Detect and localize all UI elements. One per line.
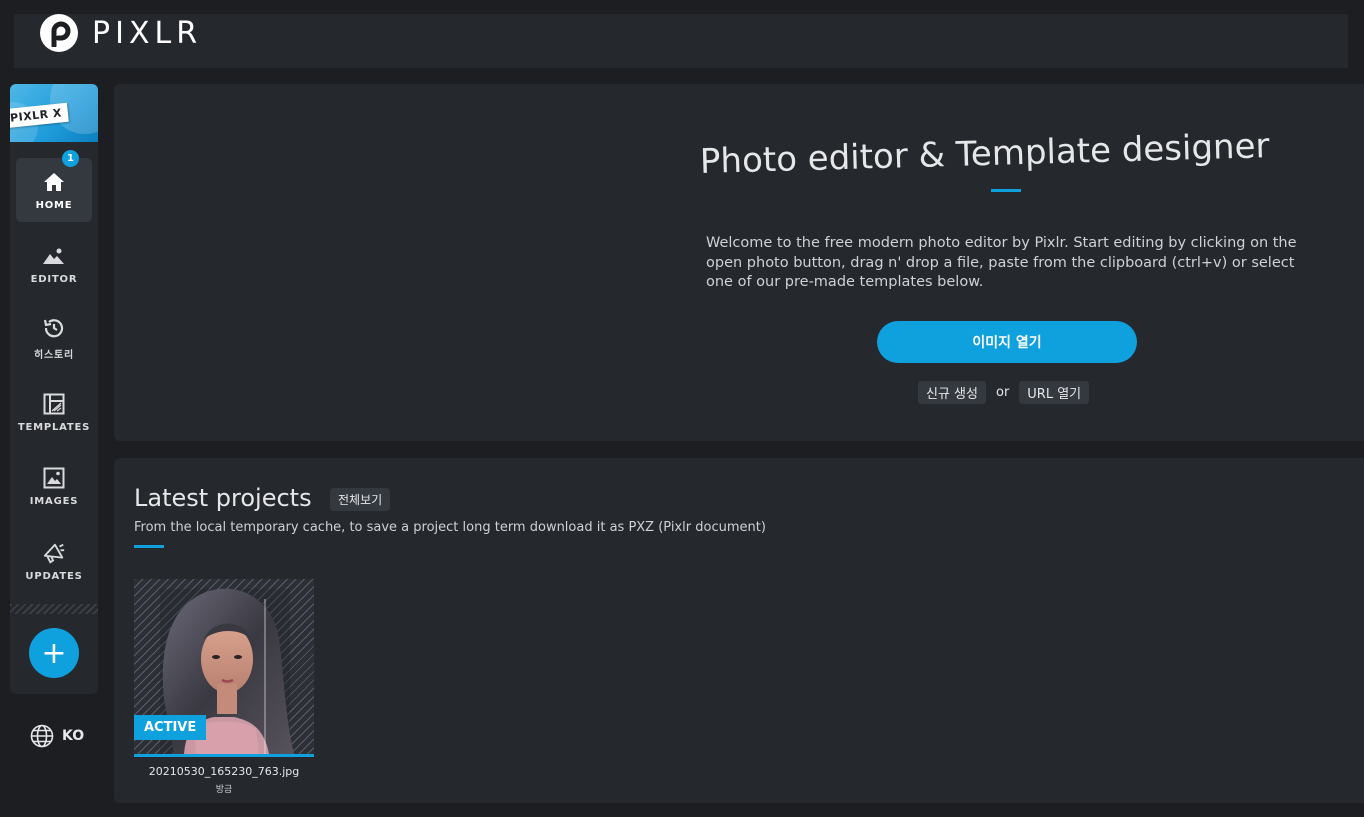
project-card[interactable]: ACTIVE: [134, 579, 314, 757]
or-text: or: [995, 385, 1010, 400]
section-title: Latest projects: [134, 484, 312, 512]
sidebar-item-history[interactable]: 히스토리: [16, 306, 92, 370]
title-underline: [991, 189, 1021, 192]
top-bar: [14, 14, 1348, 68]
templates-icon: [42, 392, 66, 416]
pixlr-x-brand-tile[interactable]: PIXLR X: [10, 84, 98, 142]
sidebar-item-images[interactable]: IMAGES: [16, 454, 92, 518]
sidebar-item-label: EDITOR: [30, 273, 78, 285]
language-label: KO: [62, 728, 85, 744]
pixlr-logo-icon: [40, 14, 78, 52]
home-icon: [42, 170, 66, 194]
create-new-button[interactable]: 신규 생성: [918, 381, 986, 404]
pixlr-logo[interactable]: PIXLR: [40, 14, 202, 52]
hero-panel: Photo editor & Template designer Welcome…: [114, 84, 1364, 441]
sidebar-divider: [10, 604, 98, 614]
sidebar-item-label: IMAGES: [29, 495, 79, 507]
project-file-name: 20210530_165230_763.jpg: [148, 765, 300, 778]
open-url-button[interactable]: URL 열기: [1019, 381, 1090, 404]
sidebar: PIXLR X HOME EDITOR 히스토리 TEMPLATES IMAGE…: [10, 84, 98, 694]
logo-text: PIXLR: [92, 15, 203, 51]
sidebar-item-templates[interactable]: TEMPLATES: [16, 380, 92, 444]
hero-description: Welcome to the free modern photo editor …: [706, 235, 1297, 290]
sidebar-item-home[interactable]: HOME: [16, 158, 92, 222]
sidebar-item-label: 히스토리: [34, 349, 74, 361]
brand-badge: PIXLR X: [10, 102, 69, 129]
section-subtitle: From the local temporary cache, to save …: [134, 520, 766, 535]
sidebar-item-updates[interactable]: UPDATES: [16, 529, 92, 593]
alt-actions: 신규 생성 or URL 열기: [918, 381, 1090, 404]
project-timestamp: 방금: [215, 785, 233, 795]
images-icon: [42, 466, 66, 490]
view-all-button[interactable]: 전체보기: [330, 488, 391, 511]
page-title: Photo editor & Template designer: [699, 126, 1270, 182]
section-underline: [134, 545, 164, 548]
sidebar-item-label: UPDATES: [25, 570, 83, 582]
sidebar-item-label: HOME: [35, 199, 73, 211]
sidebar-item-editor[interactable]: EDITOR: [16, 232, 92, 296]
globe-icon: [30, 724, 54, 748]
language-selector[interactable]: KO: [30, 724, 84, 748]
megaphone-icon: [42, 541, 66, 565]
history-icon: [42, 316, 66, 340]
editor-notification-badge: 1: [62, 150, 79, 167]
add-button[interactable]: +: [29, 628, 79, 678]
open-image-button[interactable]: 이미지 열기: [877, 321, 1137, 363]
status-badge: ACTIVE: [134, 715, 207, 740]
latest-projects-panel: Latest projects 전체보기 From the local temp…: [114, 458, 1364, 803]
sidebar-item-label: TEMPLATES: [17, 421, 91, 433]
image-edit-icon: [42, 244, 66, 268]
